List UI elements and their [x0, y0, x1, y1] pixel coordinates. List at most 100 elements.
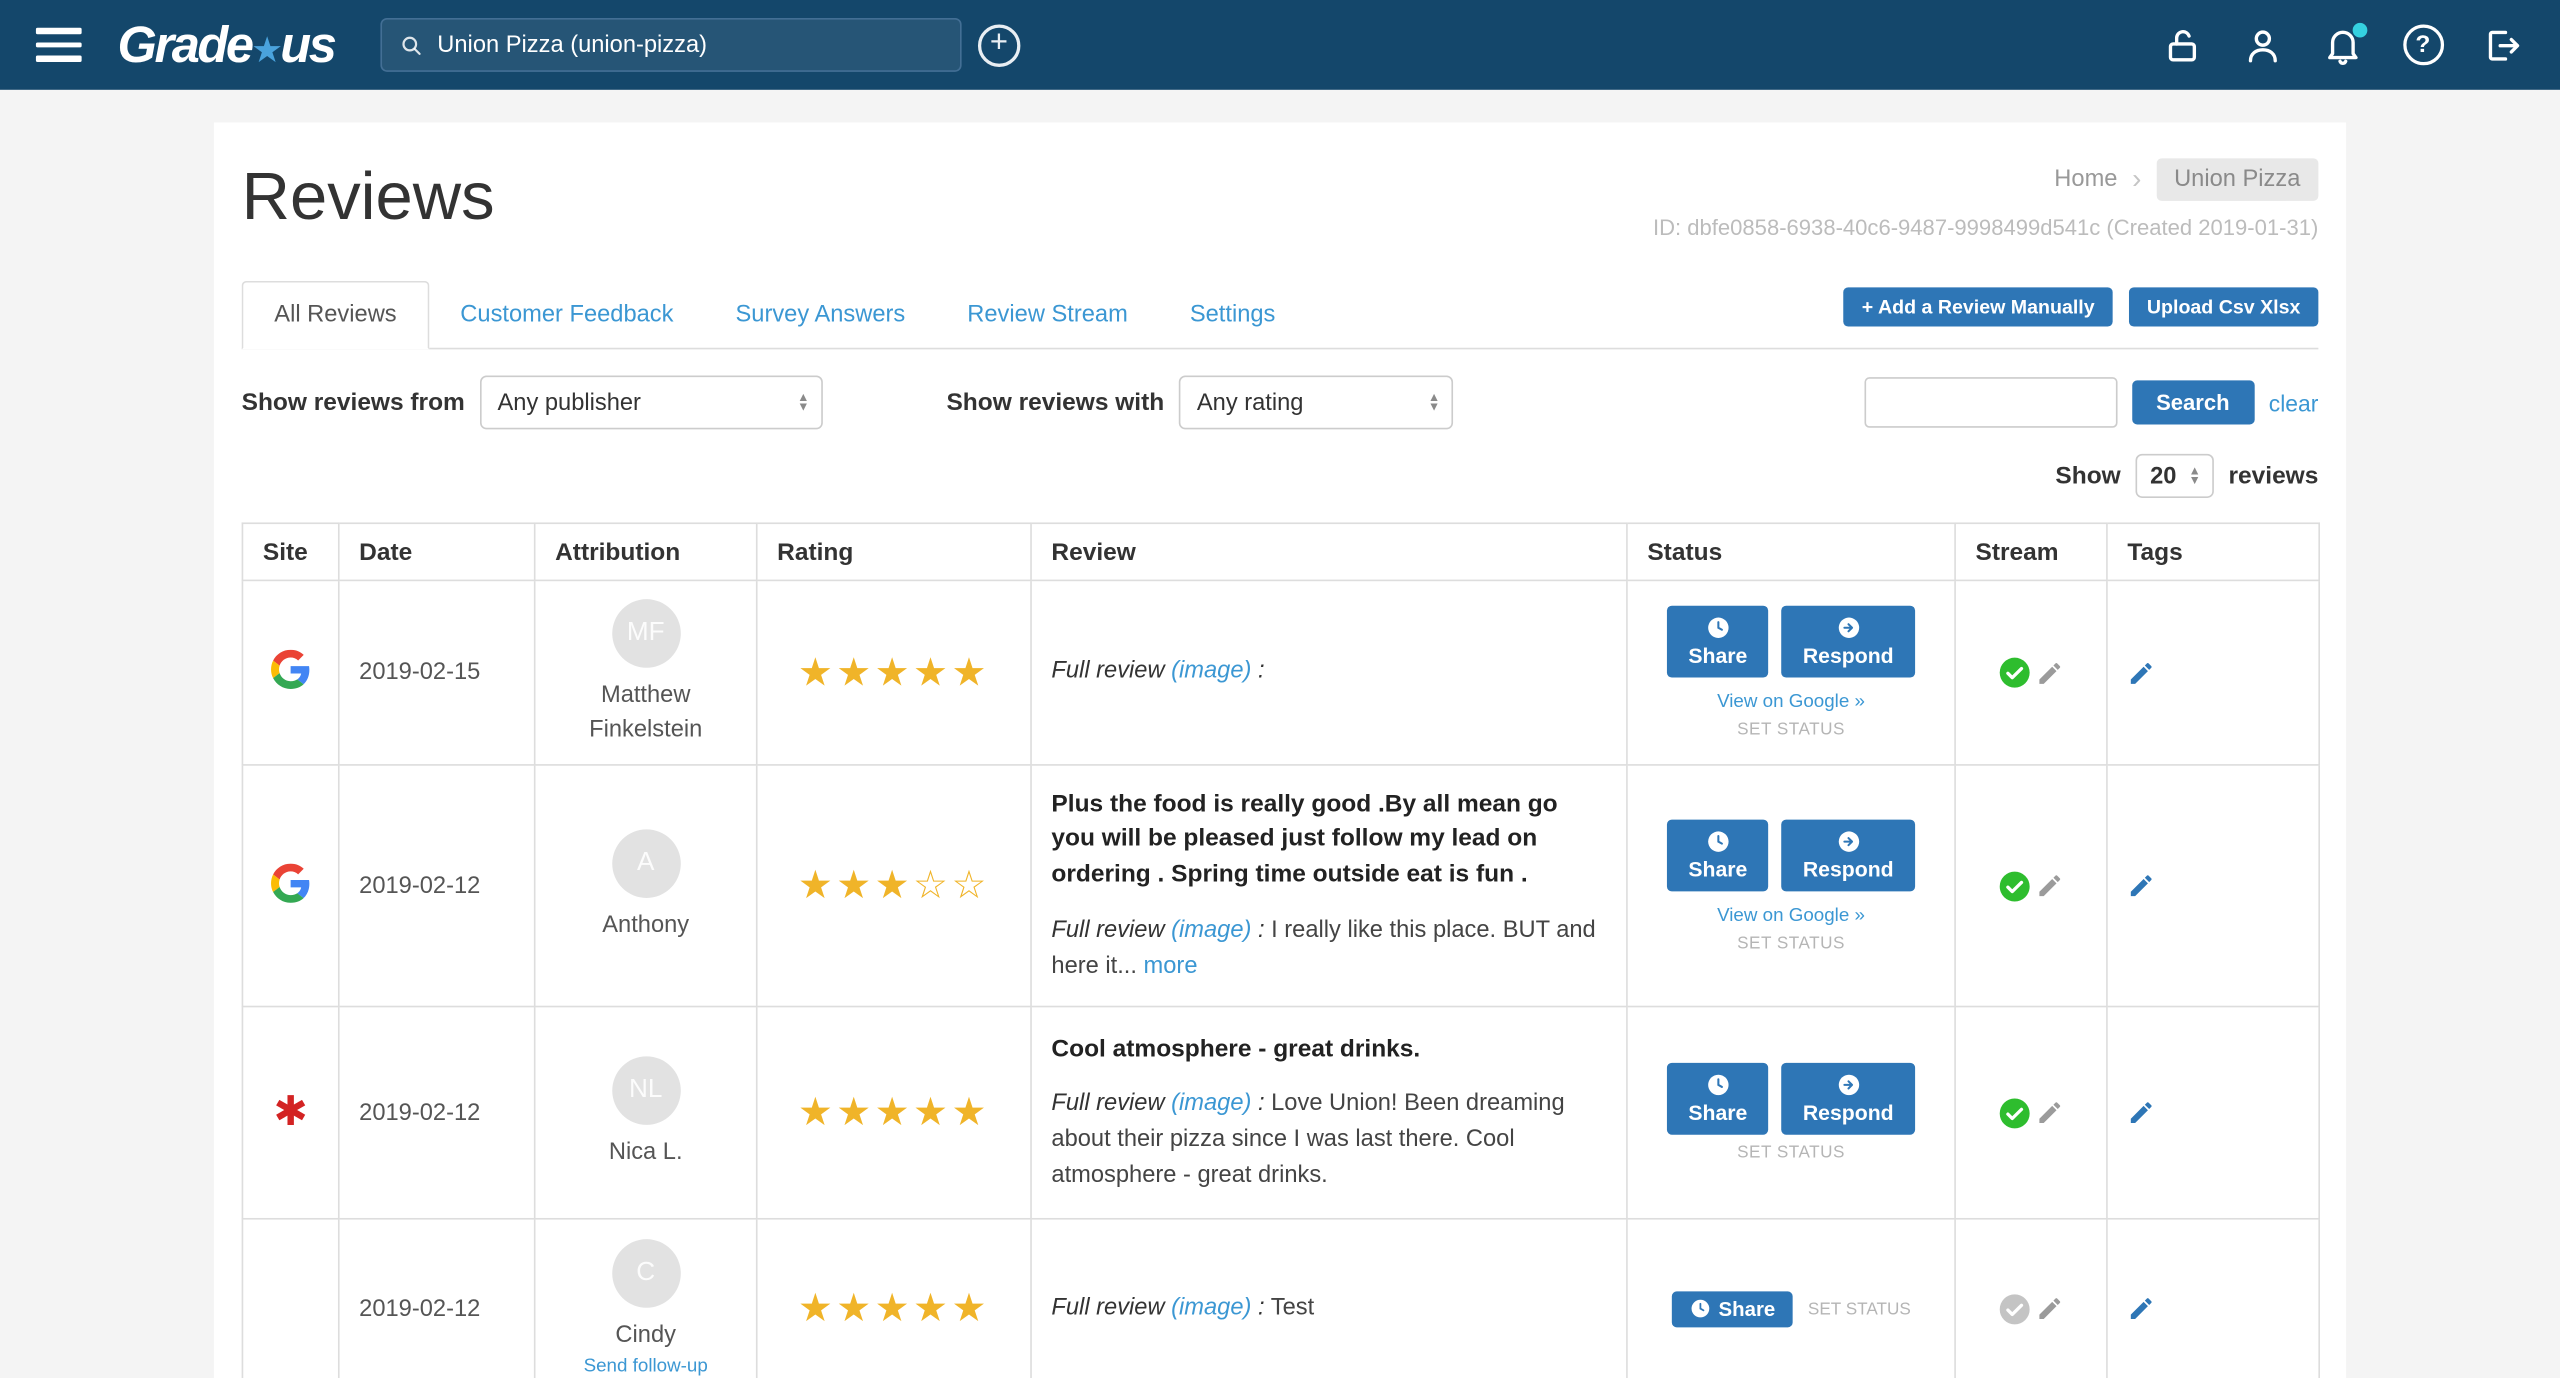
stream-active-check-icon[interactable]: [1998, 869, 2031, 902]
show-reviews-from-label: Show reviews from: [242, 389, 465, 417]
avatar: A: [611, 829, 680, 898]
tab-customer-feedback[interactable]: Customer Feedback: [429, 282, 704, 347]
stream-edit-icon[interactable]: [2036, 1099, 2064, 1127]
stream-edit-icon[interactable]: [2036, 1295, 2064, 1323]
search-button[interactable]: Search: [2132, 380, 2254, 424]
stream-active-check-icon[interactable]: [1998, 1096, 2031, 1129]
show-count-row: Show 20 ▲▼ reviews: [242, 454, 2319, 498]
column-header-attribution: Attribution: [535, 523, 757, 580]
clock-icon: [1689, 1298, 1710, 1319]
respond-label: Respond: [1803, 856, 1894, 880]
set-status-link[interactable]: SET STATUS: [1647, 720, 1934, 740]
search-icon: [398, 32, 424, 58]
full-review-line: Full review (image) : Test: [1051, 1291, 1606, 1327]
colon: :: [1258, 1294, 1265, 1320]
status-buttons: Share SET STATUS: [1647, 1291, 1934, 1327]
respond-button[interactable]: Respond: [1782, 819, 1915, 891]
share-button[interactable]: Share: [1667, 606, 1768, 678]
more-link[interactable]: more: [1144, 953, 1198, 979]
add-business-icon[interactable]: +: [978, 24, 1020, 66]
review-title: Plus the food is really good .By all mea…: [1051, 786, 1606, 893]
avatar-initials: NL: [629, 1076, 662, 1105]
star-rating: ★★★☆☆: [777, 862, 1010, 909]
business-search-box[interactable]: [380, 18, 961, 72]
tab-settings[interactable]: Settings: [1159, 282, 1307, 347]
column-header-date: Date: [339, 523, 535, 580]
page-size-select[interactable]: 20 ▲▼: [2135, 454, 2213, 498]
lock-icon[interactable]: [2162, 24, 2204, 66]
share-label: Share: [1688, 1100, 1747, 1124]
share-label: Share: [1688, 856, 1747, 880]
rating-select[interactable]: Any rating ▲▼: [1179, 376, 1453, 430]
image-link[interactable]: (image): [1171, 1294, 1251, 1320]
stream-inactive-check-icon[interactable]: [1998, 1292, 2031, 1325]
image-link[interactable]: (image): [1171, 917, 1251, 943]
stream-edit-icon[interactable]: [2036, 659, 2064, 687]
share-button[interactable]: Share: [1671, 1291, 1793, 1327]
stream-active-check-icon[interactable]: [1998, 656, 2031, 689]
share-label: Share: [1719, 1297, 1776, 1320]
stream-edit-icon[interactable]: [2036, 872, 2064, 900]
send-follow-up-link[interactable]: Send follow-up: [584, 1357, 708, 1377]
tags-edit-icon[interactable]: [2127, 1099, 2298, 1127]
column-header-tags: Tags: [2107, 523, 2319, 580]
share-button[interactable]: Share: [1667, 819, 1768, 891]
share-button[interactable]: Share: [1667, 1063, 1768, 1135]
image-link[interactable]: (image): [1171, 658, 1251, 684]
set-status-link[interactable]: SET STATUS: [1647, 1143, 1934, 1163]
respond-button[interactable]: Respond: [1782, 606, 1915, 678]
tab-all-reviews[interactable]: All Reviews: [242, 281, 430, 350]
rating-select-value: Any rating: [1197, 389, 1304, 415]
logout-icon[interactable]: [2482, 24, 2524, 66]
star-rating: ★★★★★: [777, 649, 1010, 696]
tags-edit-icon[interactable]: [2127, 872, 2298, 900]
colon: :: [1258, 1091, 1265, 1117]
avatar: NL: [611, 1056, 680, 1125]
breadcrumb-home-link[interactable]: Home: [2054, 167, 2117, 193]
avatar-initials: MF: [627, 619, 665, 648]
logo-text-2: us: [280, 16, 334, 75]
arrow-right-circle-icon: [1836, 829, 1860, 853]
google-icon: [271, 882, 310, 908]
search-input[interactable]: [437, 32, 943, 58]
reviewer-name: Cindy: [555, 1319, 736, 1352]
clear-link[interactable]: clear: [2269, 389, 2319, 415]
reviews-page-card: Reviews Home › Union Pizza ID: dbfe0858-…: [214, 122, 2346, 1378]
clock-icon: [1706, 616, 1730, 640]
set-status-link[interactable]: SET STATUS: [1808, 1299, 1911, 1319]
column-header-site: Site: [242, 523, 338, 580]
set-status-link[interactable]: SET STATUS: [1647, 933, 1934, 953]
upload-csv-button[interactable]: Upload Csv Xlsx: [2129, 287, 2318, 326]
arrow-right-circle-icon: [1836, 616, 1860, 640]
tags-edit-icon[interactable]: [2127, 659, 2298, 687]
hamburger-menu-icon[interactable]: [36, 28, 82, 61]
reviews-table: Site Date Attribution Rating Review Stat…: [242, 522, 2320, 1378]
keyword-search-input[interactable]: [1864, 377, 2117, 428]
table-row: 2019-02-12 A Anthony ★★★☆☆ Plus the food…: [242, 765, 2319, 1007]
user-icon[interactable]: [2242, 24, 2284, 66]
table-header-row: Site Date Attribution Rating Review Stat…: [242, 523, 2319, 580]
image-link[interactable]: (image): [1171, 1091, 1251, 1117]
view-on-google-link[interactable]: View on Google »: [1647, 905, 1934, 925]
view-on-google-link[interactable]: View on Google »: [1647, 692, 1934, 712]
tags-edit-icon[interactable]: [2127, 1295, 2298, 1323]
avatar-initials: A: [637, 849, 654, 878]
respond-button[interactable]: Respond: [1782, 1063, 1915, 1135]
avatar: MF: [611, 600, 680, 669]
select-arrows-icon: ▲▼: [2189, 465, 2201, 486]
status-buttons: Share Respond: [1647, 819, 1934, 891]
tab-review-stream[interactable]: Review Stream: [936, 282, 1159, 347]
status-buttons: Share Respond: [1647, 1063, 1934, 1135]
help-icon[interactable]: ?: [2402, 24, 2444, 66]
colon: :: [1258, 917, 1265, 943]
notification-badge: [2353, 22, 2368, 37]
column-header-review: Review: [1031, 523, 1627, 580]
publisher-select[interactable]: Any publisher ▲▼: [480, 376, 823, 430]
reviews-label: reviews: [2228, 462, 2318, 490]
notifications-bell-icon[interactable]: [2322, 24, 2364, 66]
add-review-manually-button[interactable]: + Add a Review Manually: [1844, 287, 2113, 326]
tab-survey-answers[interactable]: Survey Answers: [704, 282, 936, 347]
full-review-label: Full review: [1051, 658, 1164, 684]
logo-text-1: Grade: [118, 16, 252, 75]
grade-us-logo[interactable]: Grade ★ us: [118, 16, 335, 75]
